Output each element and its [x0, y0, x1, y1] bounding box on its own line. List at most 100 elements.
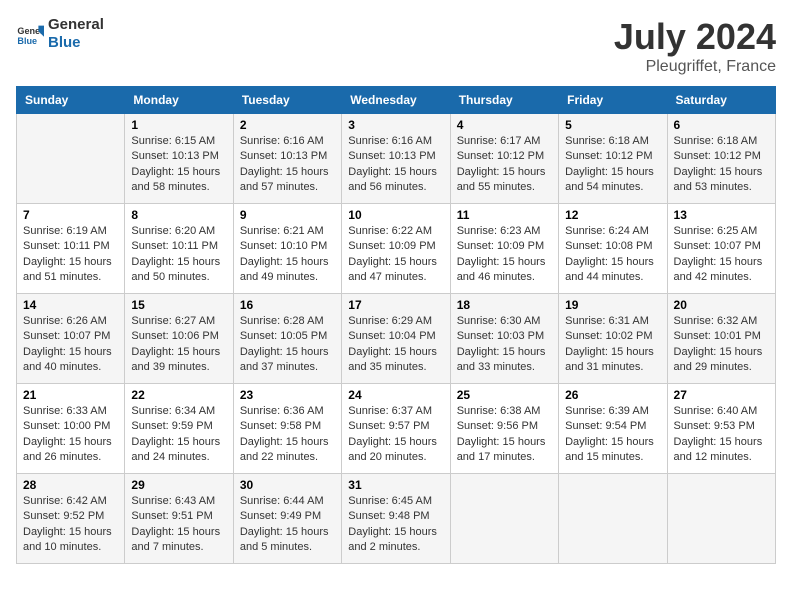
- logo-general: General: [48, 16, 104, 34]
- day-number: 28: [23, 478, 118, 492]
- week-row-4: 21Sunrise: 6:33 AMSunset: 10:00 PMDaylig…: [17, 384, 776, 474]
- day-info: Sunrise: 6:36 AMSunset: 9:58 PMDaylight:…: [240, 404, 335, 466]
- sunrise-text: Sunrise: 6:20 AM: [131, 224, 226, 239]
- sunrise-text: Sunrise: 6:22 AM: [348, 224, 443, 239]
- daylight-text: Daylight: 15 hours and 55 minutes.: [457, 165, 552, 196]
- sunrise-text: Sunrise: 6:18 AM: [674, 134, 769, 149]
- daylight-text: Daylight: 15 hours and 26 minutes.: [23, 435, 118, 466]
- day-info: Sunrise: 6:19 AMSunset: 10:11 PMDaylight…: [23, 224, 118, 286]
- daylight-text: Daylight: 15 hours and 33 minutes.: [457, 345, 552, 376]
- daylight-text: Daylight: 15 hours and 24 minutes.: [131, 435, 226, 466]
- daylight-text: Daylight: 15 hours and 35 minutes.: [348, 345, 443, 376]
- sunrise-text: Sunrise: 6:34 AM: [131, 404, 226, 419]
- sunset-text: Sunset: 10:06 PM: [131, 329, 226, 344]
- calendar-table: SundayMondayTuesdayWednesdayThursdayFrid…: [16, 86, 776, 564]
- day-info: Sunrise: 6:37 AMSunset: 9:57 PMDaylight:…: [348, 404, 443, 466]
- sunset-text: Sunset: 10:07 PM: [674, 239, 769, 254]
- weekday-header-tuesday: Tuesday: [233, 87, 341, 114]
- sunrise-text: Sunrise: 6:16 AM: [348, 134, 443, 149]
- day-number: 11: [457, 208, 552, 222]
- day-cell: 17Sunrise: 6:29 AMSunset: 10:04 PMDaylig…: [342, 294, 450, 384]
- day-cell: [667, 474, 775, 564]
- sunset-text: Sunset: 10:10 PM: [240, 239, 335, 254]
- day-number: 13: [674, 208, 769, 222]
- day-cell: 15Sunrise: 6:27 AMSunset: 10:06 PMDaylig…: [125, 294, 233, 384]
- sunset-text: Sunset: 10:12 PM: [565, 149, 660, 164]
- sunrise-text: Sunrise: 6:26 AM: [23, 314, 118, 329]
- sunrise-text: Sunrise: 6:15 AM: [131, 134, 226, 149]
- day-cell: 1Sunrise: 6:15 AMSunset: 10:13 PMDayligh…: [125, 114, 233, 204]
- sunrise-text: Sunrise: 6:18 AM: [565, 134, 660, 149]
- daylight-text: Daylight: 15 hours and 12 minutes.: [674, 435, 769, 466]
- day-info: Sunrise: 6:23 AMSunset: 10:09 PMDaylight…: [457, 224, 552, 286]
- daylight-text: Daylight: 15 hours and 53 minutes.: [674, 165, 769, 196]
- day-number: 5: [565, 118, 660, 132]
- day-cell: 24 Sunrise: 6:37 AMSunset: 9:57 PMDayligh…: [342, 384, 450, 474]
- sunset-text: Sunset: 10:11 PM: [131, 239, 226, 254]
- day-cell: [559, 474, 667, 564]
- sunset-text: Sunset: 10:07 PM: [23, 329, 118, 344]
- sunset-text: Sunset: 9:56 PM: [457, 419, 552, 434]
- sunset-text: Sunset: 9:48 PM: [348, 509, 443, 524]
- sunrise-text: Sunrise: 6:39 AM: [565, 404, 660, 419]
- day-info: Sunrise: 6:39 AMSunset: 9:54 PMDaylight:…: [565, 404, 660, 466]
- sunset-text: Sunset: 9:49 PM: [240, 509, 335, 524]
- day-number: 26: [565, 388, 660, 402]
- sunset-text: Sunset: 9:57 PM: [348, 419, 443, 434]
- sunrise-text: Sunrise: 6:17 AM: [457, 134, 552, 149]
- day-cell: 12Sunrise: 6:24 AMSunset: 10:08 PMDaylig…: [559, 204, 667, 294]
- day-info: Sunrise: 6:16 AMSunset: 10:13 PMDaylight…: [240, 134, 335, 196]
- day-info: Sunrise: 6:45 AMSunset: 9:48 PMDaylight:…: [348, 494, 443, 556]
- day-cell: 11 Sunrise: 6:23 AMSunset: 10:09 PMDaylig…: [450, 204, 558, 294]
- day-info: Sunrise: 6:18 AMSunset: 10:12 PMDaylight…: [674, 134, 769, 196]
- day-cell: [17, 114, 125, 204]
- day-number: 10: [348, 208, 443, 222]
- sunrise-text: Sunrise: 6:29 AM: [348, 314, 443, 329]
- day-cell: 28 Sunrise: 6:42 AMSunset: 9:52 PMDayligh…: [17, 474, 125, 564]
- day-cell: 7 Sunrise: 6:19 AMSunset: 10:11 PMDayligh…: [17, 204, 125, 294]
- sunset-text: Sunset: 10:05 PM: [240, 329, 335, 344]
- day-info: Sunrise: 6:40 AMSunset: 9:53 PMDaylight:…: [674, 404, 769, 466]
- month-title: July 2024: [614, 16, 776, 58]
- daylight-text: Daylight: 15 hours and 5 minutes.: [240, 525, 335, 556]
- day-number: 18: [457, 298, 552, 312]
- day-number: 27: [674, 388, 769, 402]
- logo-icon: General Blue: [16, 20, 44, 48]
- day-number: 19: [565, 298, 660, 312]
- day-cell: 19Sunrise: 6:31 AMSunset: 10:02 PMDaylig…: [559, 294, 667, 384]
- sunset-text: Sunset: 10:13 PM: [348, 149, 443, 164]
- day-number: 20: [674, 298, 769, 312]
- day-info: Sunrise: 6:32 AMSunset: 10:01 PMDaylight…: [674, 314, 769, 376]
- sunrise-text: Sunrise: 6:19 AM: [23, 224, 118, 239]
- daylight-text: Daylight: 15 hours and 56 minutes.: [348, 165, 443, 196]
- day-info: Sunrise: 6:44 AMSunset: 9:49 PMDaylight:…: [240, 494, 335, 556]
- day-info: Sunrise: 6:34 AMSunset: 9:59 PMDaylight:…: [131, 404, 226, 466]
- day-cell: 4Sunrise: 6:17 AMSunset: 10:12 PMDayligh…: [450, 114, 558, 204]
- sunrise-text: Sunrise: 6:23 AM: [457, 224, 552, 239]
- day-number: 16: [240, 298, 335, 312]
- day-cell: 13 Sunrise: 6:25 AMSunset: 10:07 PMDaylig…: [667, 204, 775, 294]
- day-number: 24: [348, 388, 443, 402]
- sunset-text: Sunset: 10:04 PM: [348, 329, 443, 344]
- daylight-text: Daylight: 15 hours and 54 minutes.: [565, 165, 660, 196]
- sunrise-text: Sunrise: 6:43 AM: [131, 494, 226, 509]
- day-info: Sunrise: 6:43 AMSunset: 9:51 PMDaylight:…: [131, 494, 226, 556]
- sunset-text: Sunset: 10:12 PM: [457, 149, 552, 164]
- day-number: 14: [23, 298, 118, 312]
- daylight-text: Daylight: 15 hours and 42 minutes.: [674, 255, 769, 286]
- day-cell: 18Sunrise: 6:30 AMSunset: 10:03 PMDaylig…: [450, 294, 558, 384]
- day-number: 22: [131, 388, 226, 402]
- sunrise-text: Sunrise: 6:24 AM: [565, 224, 660, 239]
- day-info: Sunrise: 6:21 AMSunset: 10:10 PMDaylight…: [240, 224, 335, 286]
- day-info: Sunrise: 6:42 AMSunset: 9:52 PMDaylight:…: [23, 494, 118, 556]
- daylight-text: Daylight: 15 hours and 15 minutes.: [565, 435, 660, 466]
- day-number: 7: [23, 208, 118, 222]
- week-row-5: 28 Sunrise: 6:42 AMSunset: 9:52 PMDayligh…: [17, 474, 776, 564]
- sunrise-text: Sunrise: 6:40 AM: [674, 404, 769, 419]
- day-info: Sunrise: 6:25 AMSunset: 10:07 PMDaylight…: [674, 224, 769, 286]
- sunset-text: Sunset: 10:01 PM: [674, 329, 769, 344]
- day-info: Sunrise: 6:16 AMSunset: 10:13 PMDaylight…: [348, 134, 443, 196]
- daylight-text: Daylight: 15 hours and 22 minutes.: [240, 435, 335, 466]
- sunrise-text: Sunrise: 6:36 AM: [240, 404, 335, 419]
- daylight-text: Daylight: 15 hours and 17 minutes.: [457, 435, 552, 466]
